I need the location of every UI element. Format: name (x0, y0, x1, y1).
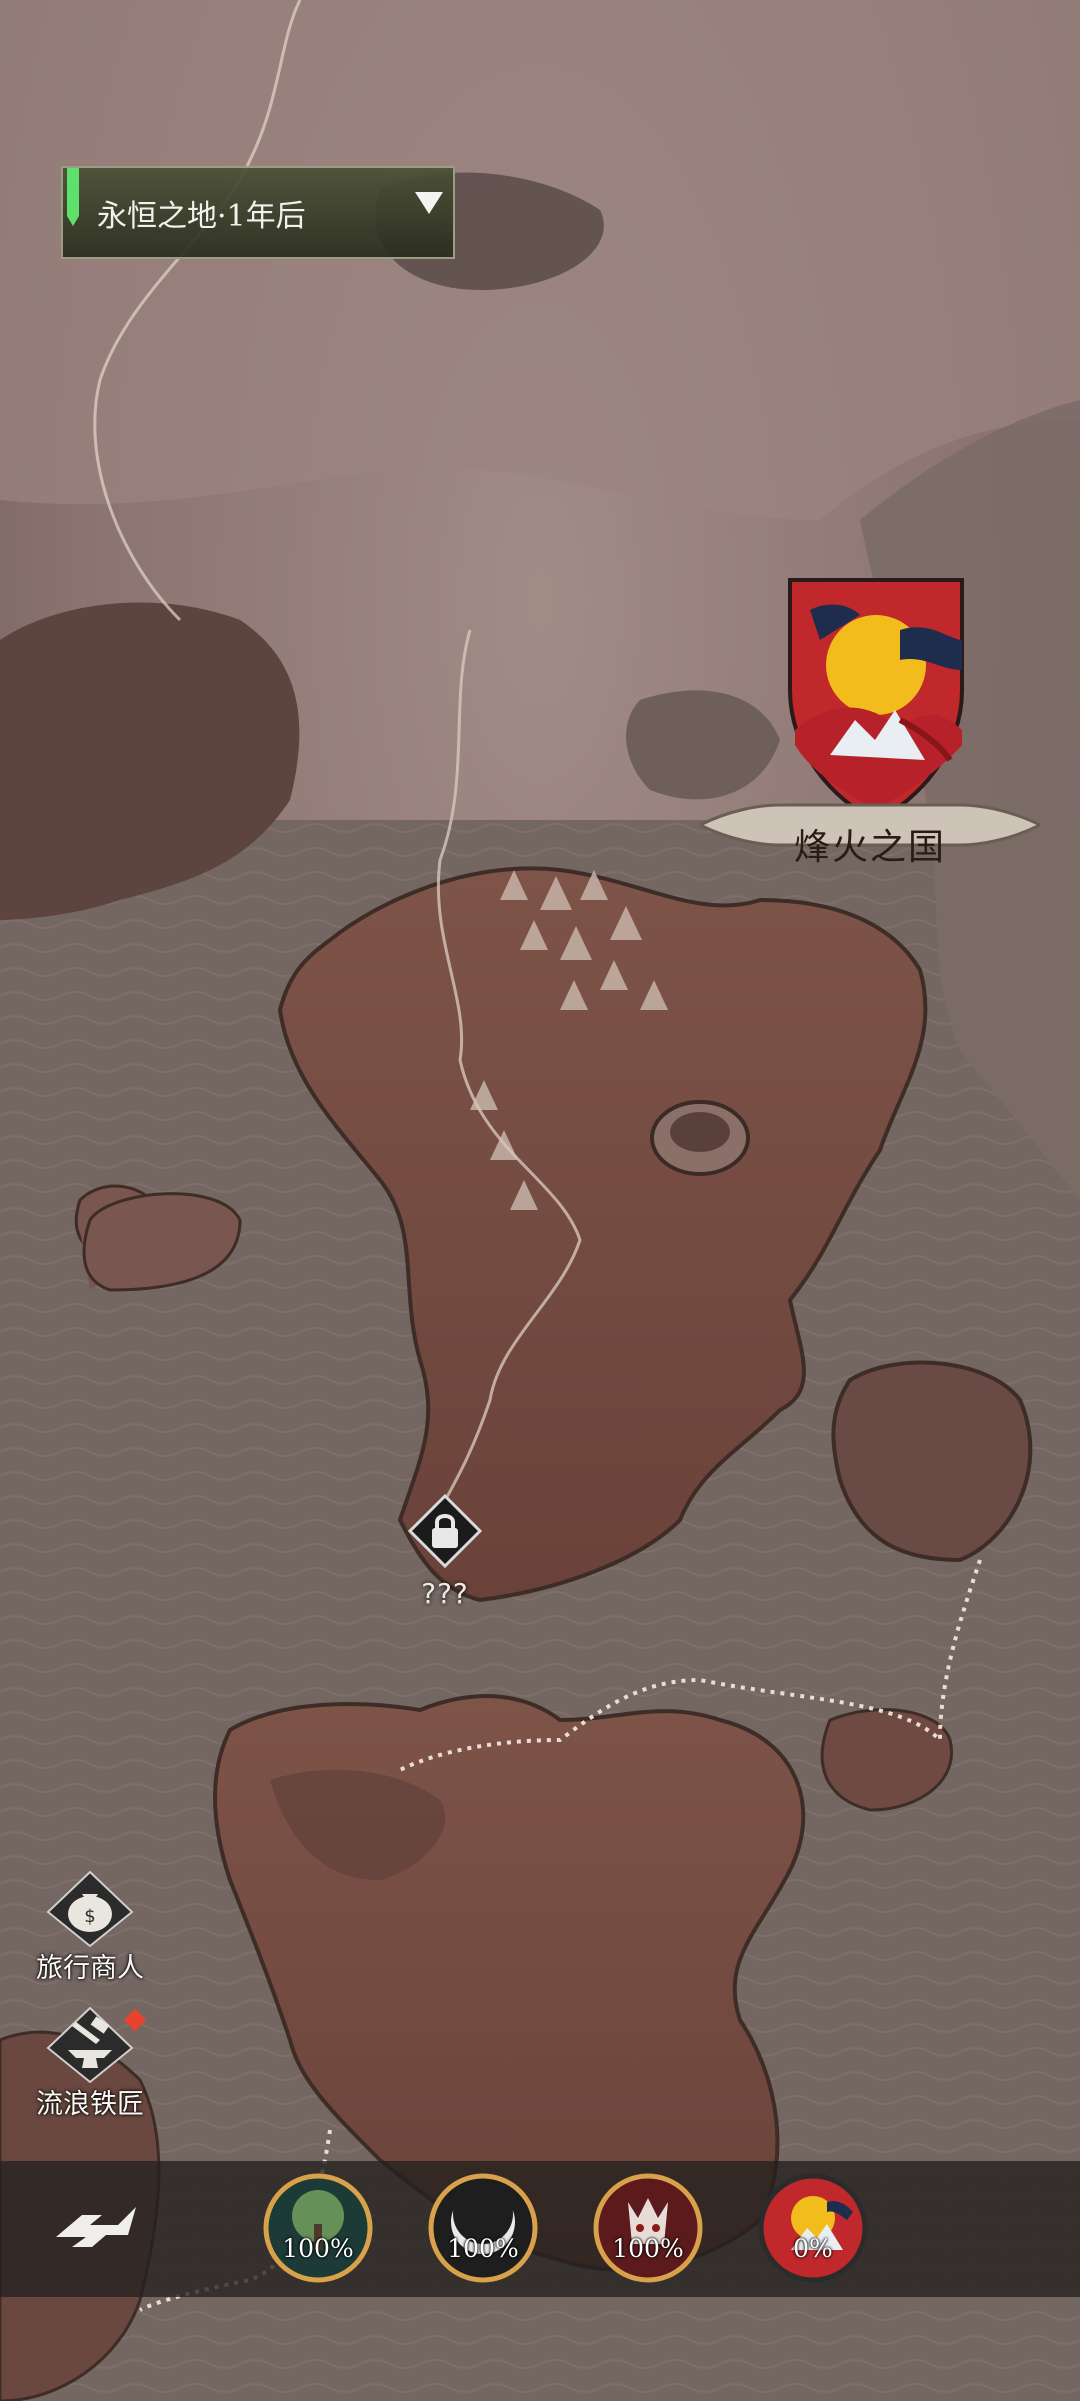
wandering-blacksmith-label: 流浪铁匠 (36, 2089, 144, 2120)
chevron-down-icon (415, 192, 443, 214)
return-emblem-icon (56, 2207, 136, 2247)
travelling-merchant-label: 旅行商人 (36, 1953, 144, 1984)
stat-tree-value: 100% (282, 2234, 354, 2263)
money-bag-icon: $ (46, 1870, 134, 1948)
stat-crest-value: 0% (793, 2234, 833, 2263)
svg-text:$: $ (84, 1906, 95, 1927)
region-selector[interactable]: 永恒之地·1年后 (61, 166, 455, 259)
locked-location-label: ??? (421, 1577, 469, 1610)
bottom-bar (0, 2161, 1080, 2297)
anvil-hammer-icon (46, 2006, 134, 2084)
stat-crest[interactable]: 0% (757, 2172, 869, 2284)
stat-tree[interactable]: 100% (262, 2172, 374, 2284)
faction-banner[interactable]: 烽火之国 (696, 570, 1044, 880)
stat-demon[interactable]: 100% (592, 2172, 704, 2284)
travelling-merchant-button[interactable]: $ 旅行商人 (30, 1866, 150, 1985)
world-map[interactable] (0, 0, 1080, 2401)
return-button[interactable] (42, 2185, 152, 2265)
stat-moon-value: 100% (447, 2234, 519, 2263)
active-marker (67, 168, 79, 226)
stat-moon[interactable]: 100% (427, 2172, 539, 2284)
locked-location-marker[interactable] (407, 1493, 483, 1569)
region-label: 永恒之地·1年后 (97, 198, 306, 234)
faction-name: 烽火之国 (793, 827, 946, 868)
world-map-screen: 永恒之地·1年后 烽火之国 ??? $ 旅行商人 流浪铁匠 100% 100% … (0, 0, 1080, 2401)
sun-mountain-crest-icon (788, 578, 964, 823)
stat-demon-value: 100% (612, 2234, 684, 2263)
